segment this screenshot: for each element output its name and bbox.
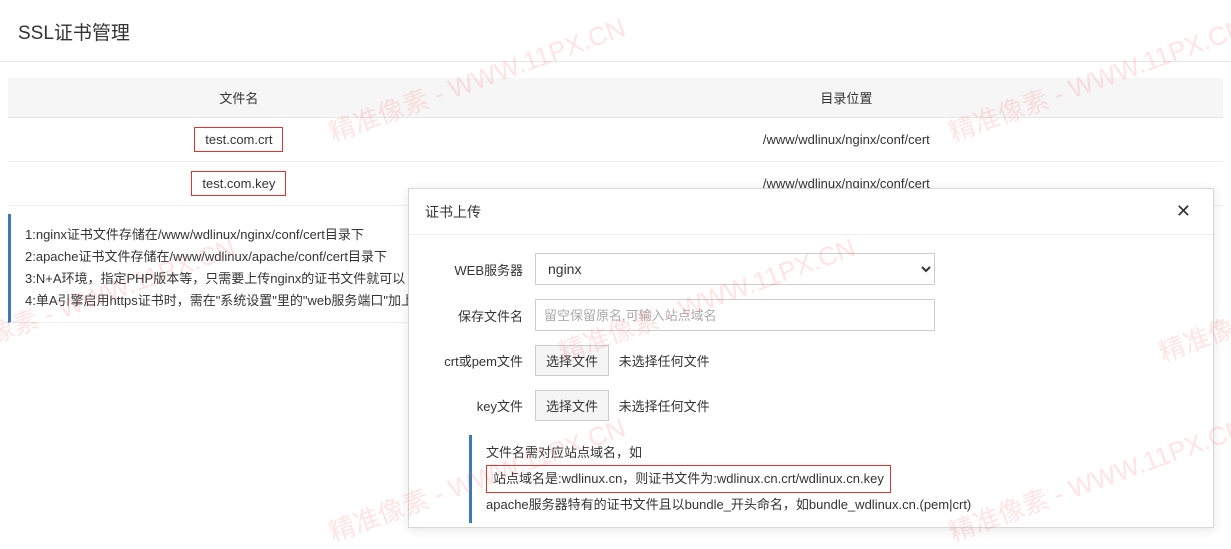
note-highlight: 站点域名是:wdlinux.cn，则证书文件为:wdlinux.cn.crt/w… xyxy=(486,465,891,493)
note-line: 文件名需对应站点域名，如 xyxy=(486,441,1161,465)
key-choose-button[interactable]: 选择文件 xyxy=(535,390,609,421)
table-row: test.com.crt /www/wdlinux/nginx/conf/cer… xyxy=(8,118,1223,162)
close-icon[interactable]: ✕ xyxy=(1170,199,1197,224)
label-crt: crt或pem文件 xyxy=(429,351,535,370)
cell-filename: test.com.crt xyxy=(194,127,283,152)
page-title: SSL证书管理 xyxy=(0,0,1231,62)
row-savename: 保存文件名 xyxy=(429,299,1193,331)
row-webserver: WEB服务器 nginx xyxy=(429,253,1193,285)
label-savename: 保存文件名 xyxy=(429,306,535,325)
modal-note: 文件名需对应站点域名，如 站点域名是:wdlinux.cn，则证书文件为:wdl… xyxy=(469,435,1175,523)
cert-table: 文件名 目录位置 test.com.crt /www/wdlinux/nginx… xyxy=(8,78,1223,206)
modal-header: 证书上传 ✕ xyxy=(409,189,1213,235)
cell-filename: test.com.key xyxy=(191,171,286,196)
webserver-select[interactable]: nginx xyxy=(535,253,935,285)
th-dir: 目录位置 xyxy=(470,78,1223,118)
modal-body: WEB服务器 nginx 保存文件名 crt或pem文件 选择文件 未选择任何文… xyxy=(409,235,1213,535)
crt-no-file: 未选择任何文件 xyxy=(619,354,710,369)
upload-modal: 证书上传 ✕ WEB服务器 nginx 保存文件名 crt或pem文件 选择文件… xyxy=(408,188,1214,528)
savename-input[interactable] xyxy=(535,299,935,331)
key-no-file: 未选择任何文件 xyxy=(619,399,710,414)
modal-title: 证书上传 xyxy=(425,202,481,222)
label-key: key文件 xyxy=(429,396,535,415)
note-line: apache服务器特有的证书文件且以bundle_开头命名，如bundle_wd… xyxy=(486,493,1161,517)
cell-dir: /www/wdlinux/nginx/conf/cert xyxy=(470,118,1223,162)
cert-table-area: 文件名 目录位置 test.com.crt /www/wdlinux/nginx… xyxy=(0,68,1231,206)
row-key: key文件 选择文件 未选择任何文件 xyxy=(429,390,1193,421)
th-filename: 文件名 xyxy=(8,78,470,118)
crt-choose-button[interactable]: 选择文件 xyxy=(535,345,609,376)
row-crt: crt或pem文件 选择文件 未选择任何文件 xyxy=(429,345,1193,376)
label-webserver: WEB服务器 xyxy=(429,260,535,279)
